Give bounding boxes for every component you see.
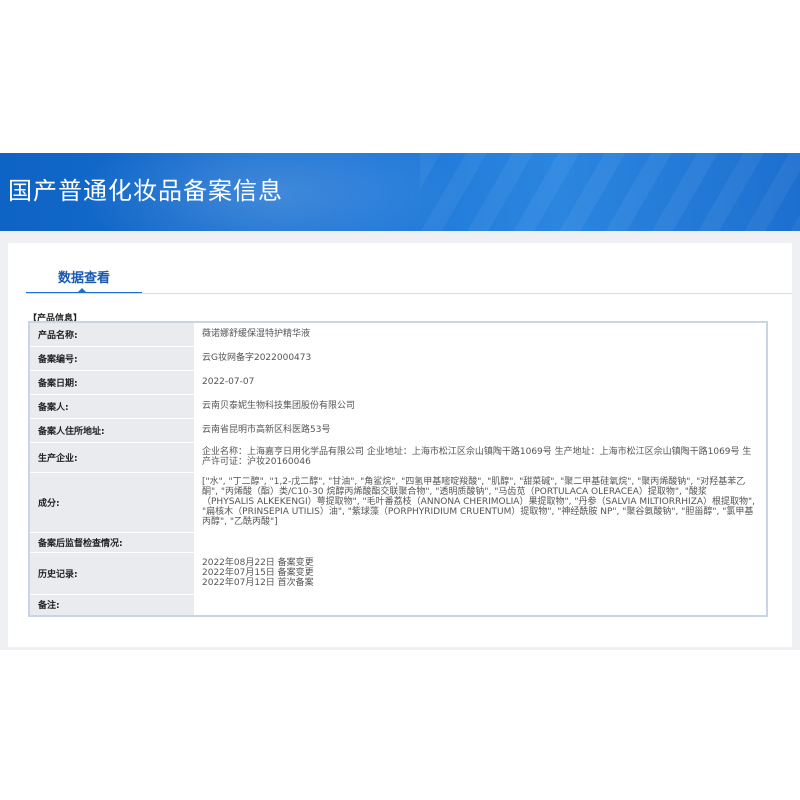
row-value: ["水", "丁二醇", "1,2-戊二醇", "甘油", "角鲨烷", "四氢…	[194, 472, 767, 533]
row-key: 产品名称:	[29, 322, 194, 347]
row-value: 2022-07-07	[194, 370, 767, 395]
row-value: 云南贝泰妮生物科技集团股份有限公司	[194, 394, 767, 419]
page-title: 国产普通化妆品备案信息	[8, 177, 283, 205]
row-key: 生产企业:	[29, 442, 194, 473]
table-row-remarks: 备注:	[29, 594, 767, 617]
table-row-filer: 备案人: 云南贝泰妮生物科技集团股份有限公司	[29, 394, 767, 419]
history-entry: 2022年08月22日 备案变更	[202, 558, 314, 568]
content-card: 数据查看 【产品信息】 产品名称: 薇诺娜舒缓保湿特护精华液 备案编号: 云G妆…	[8, 243, 792, 647]
row-value	[194, 532, 767, 553]
table-row-product-name: 产品名称: 薇诺娜舒缓保湿特护精华液	[29, 322, 767, 347]
product-info-table: 产品名称: 薇诺娜舒缓保湿特护精华液 备案编号: 云G妆网备字202200047…	[28, 321, 768, 617]
table-row-inspection: 备案后监督检查情况:	[29, 532, 767, 553]
row-value: 2022年08月22日 备案变更 2022年07月15日 备案变更 2022年0…	[194, 552, 767, 595]
tab-divider	[26, 293, 792, 294]
table-row-history: 历史记录: 2022年08月22日 备案变更 2022年07月15日 备案变更 …	[29, 552, 767, 595]
row-key: 历史记录:	[29, 552, 194, 595]
history-entry: 2022年07月12日 首次备案	[202, 578, 314, 588]
table-row-filing-date: 备案日期: 2022-07-07	[29, 370, 767, 395]
row-key: 备注:	[29, 594, 194, 617]
history-entry: 2022年07月15日 备案变更	[202, 568, 314, 578]
table-row-manufacturer: 生产企业: 企业名称：上海嘉亨日用化学品有限公司 企业地址：上海市松江区佘山镇陶…	[29, 442, 767, 473]
row-key: 备案后监督检查情况:	[29, 532, 194, 553]
row-value	[194, 594, 767, 617]
table-row-filing-number: 备案编号: 云G妆网备字2022000473	[29, 346, 767, 371]
row-value: 薇诺娜舒缓保湿特护精华液	[194, 322, 767, 347]
table-row-ingredients: 成分: ["水", "丁二醇", "1,2-戊二醇", "甘油", "角鲨烷",…	[29, 472, 767, 533]
row-key: 成分:	[29, 472, 194, 533]
table-row-filer-address: 备案人住所地址: 云南省昆明市高新区科医路53号	[29, 418, 767, 443]
row-key: 备案人住所地址:	[29, 418, 194, 443]
header-banner: 国产普通化妆品备案信息	[0, 153, 800, 231]
row-key: 备案人:	[29, 394, 194, 419]
row-value: 企业名称：上海嘉亨日用化学品有限公司 企业地址：上海市松江区佘山镇陶干路1069…	[194, 442, 767, 473]
tab-data-view[interactable]: 数据查看	[58, 267, 110, 286]
row-value: 云G妆网备字2022000473	[194, 346, 767, 371]
row-key: 备案日期:	[29, 370, 194, 395]
row-key: 备案编号:	[29, 346, 194, 371]
row-value: 云南省昆明市高新区科医路53号	[194, 418, 767, 443]
